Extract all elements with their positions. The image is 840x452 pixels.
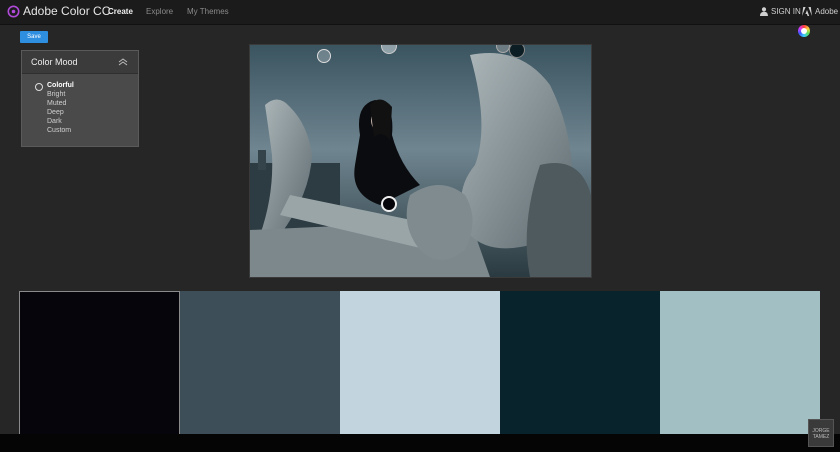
tab-create[interactable]: Create [108, 7, 133, 16]
mood-option-custom[interactable]: Custom [47, 127, 71, 134]
mood-option-deep[interactable]: Deep [47, 109, 64, 116]
color-mood-panel: Color Mood Colorful Bright Muted Deep Da… [21, 50, 139, 147]
collapse-chevron-icon[interactable] [118, 58, 128, 66]
adobe-link[interactable]: Adobe [815, 7, 838, 16]
mood-option-colorful[interactable]: Colorful [47, 82, 74, 89]
tab-explore[interactable]: Explore [146, 7, 173, 16]
color-swatch[interactable] [19, 291, 180, 436]
tab-my-themes[interactable]: My Themes [187, 7, 229, 16]
watermark-line: TAMEZ [812, 434, 830, 440]
save-button[interactable]: Save [20, 31, 48, 43]
color-picker-handle-active[interactable] [381, 196, 397, 212]
top-navigation-bar: Adobe Color CC Create Explore My Themes … [0, 0, 840, 25]
color-mood-title: Color Mood [31, 57, 78, 67]
colorful-radio[interactable] [35, 83, 43, 91]
adobe-color-logo-icon[interactable] [7, 5, 20, 18]
color-mood-header[interactable]: Color Mood [22, 51, 138, 74]
color-swatch[interactable] [500, 291, 660, 436]
sign-in-link[interactable]: SIGN IN [771, 7, 801, 16]
mood-option-bright[interactable]: Bright [47, 91, 65, 98]
adobe-logo-icon[interactable] [802, 7, 812, 16]
mood-option-muted[interactable]: Muted [47, 100, 66, 107]
color-swatch[interactable] [660, 291, 820, 436]
watermark-badge: JORGE TAMEZ [808, 419, 834, 447]
app-title[interactable]: Adobe Color CC [23, 4, 110, 18]
color-swatch[interactable] [340, 291, 500, 436]
color-picker-handle[interactable] [317, 49, 331, 63]
color-swatch[interactable] [180, 291, 340, 436]
mood-option-dark[interactable]: Dark [47, 118, 62, 125]
color-wheel-icon[interactable] [798, 25, 810, 37]
source-image[interactable] [249, 44, 592, 278]
user-icon[interactable] [760, 7, 768, 16]
source-image-drawing [250, 45, 591, 277]
bottom-bar [0, 434, 840, 452]
